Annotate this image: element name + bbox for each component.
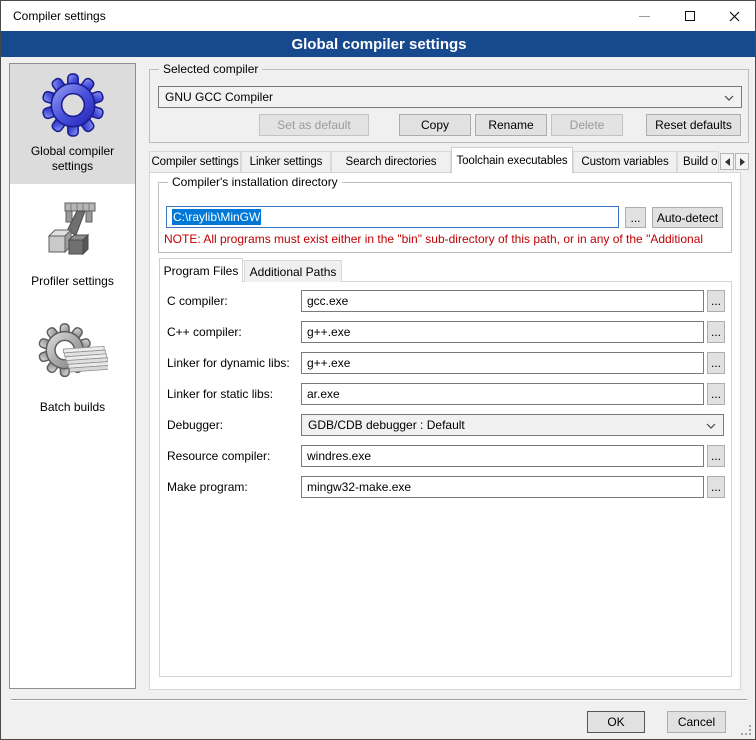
batch-builds-gear-icon bbox=[11, 320, 134, 389]
close-icon bbox=[729, 11, 740, 22]
delete-button: Delete bbox=[551, 114, 623, 136]
chevron-down-icon bbox=[724, 95, 734, 101]
tab-compiler-settings[interactable]: Compiler settings bbox=[149, 151, 241, 172]
selected-compiler-group-label: Selected compiler bbox=[159, 62, 262, 76]
installation-directory-value: C:\raylib\MinGW bbox=[172, 209, 261, 225]
footer-separator bbox=[11, 699, 747, 701]
tab-custom-variables[interactable]: Custom variables bbox=[573, 151, 677, 172]
right-arrow-icon bbox=[740, 158, 745, 166]
cpp-compiler-label: C++ compiler: bbox=[167, 325, 299, 339]
auto-detect-button[interactable]: Auto-detect bbox=[652, 207, 723, 228]
resource-compiler-label: Resource compiler: bbox=[167, 449, 299, 463]
chevron-down-icon bbox=[706, 423, 716, 429]
tab-build-options[interactable]: Build options bbox=[677, 151, 719, 172]
static-linker-browse-button[interactable]: ... bbox=[707, 383, 725, 405]
resource-compiler-input[interactable]: windres.exe bbox=[301, 445, 704, 467]
titlebar[interactable]: Compiler settings bbox=[1, 1, 756, 31]
cpp-compiler-input[interactable]: g++.exe bbox=[301, 321, 704, 343]
tab-search-directories[interactable]: Search directories bbox=[331, 151, 451, 172]
reset-defaults-button[interactable]: Reset defaults bbox=[646, 114, 741, 136]
ok-button[interactable]: OK bbox=[587, 711, 645, 733]
set-as-default-button: Set as default bbox=[259, 114, 369, 136]
sidebar-item-profiler-settings[interactable]: Profiler settings bbox=[11, 274, 134, 289]
dynamic-linker-label: Linker for dynamic libs: bbox=[167, 356, 299, 370]
dynamic-linker-input[interactable]: g++.exe bbox=[301, 352, 704, 374]
browse-directory-button[interactable]: ... bbox=[625, 207, 646, 228]
maximize-button[interactable] bbox=[667, 1, 712, 31]
resource-compiler-browse-button[interactable]: ... bbox=[707, 445, 725, 467]
banner-title: Global compiler settings bbox=[291, 36, 466, 53]
settings-category-list: Global compiler settings Profiler settin… bbox=[9, 63, 136, 689]
cancel-button[interactable]: Cancel bbox=[667, 711, 726, 733]
rename-button[interactable]: Rename bbox=[475, 114, 547, 136]
compiler-select-value: GNU GCC Compiler bbox=[165, 90, 273, 104]
installation-directory-group-label: Compiler's installation directory bbox=[168, 175, 342, 189]
c-compiler-label: C compiler: bbox=[167, 294, 299, 308]
static-linker-label: Linker for static libs: bbox=[167, 387, 299, 401]
c-compiler-browse-button[interactable]: ... bbox=[707, 290, 725, 312]
sidebar-label-global-compiler-settings[interactable]: Global compiler settings bbox=[11, 144, 134, 174]
tab-scroll-right-button[interactable] bbox=[735, 153, 749, 170]
debugger-select[interactable]: GDB/CDB debugger : Default bbox=[301, 414, 724, 436]
make-program-browse-button[interactable]: ... bbox=[707, 476, 725, 498]
compiler-select[interactable]: GNU GCC Compiler bbox=[158, 86, 742, 108]
cpp-compiler-browse-button[interactable]: ... bbox=[707, 321, 725, 343]
make-program-input[interactable]: mingw32-make.exe bbox=[301, 476, 704, 498]
tab-linker-settings[interactable]: Linker settings bbox=[241, 151, 331, 172]
close-button[interactable] bbox=[712, 1, 756, 31]
debugger-select-value: GDB/CDB debugger : Default bbox=[308, 418, 465, 432]
minimize-button[interactable] bbox=[622, 1, 667, 31]
profiler-caliper-icon bbox=[11, 198, 134, 265]
static-linker-input[interactable]: ar.exe bbox=[301, 383, 704, 405]
maximize-icon bbox=[685, 11, 695, 21]
dialog-banner: Global compiler settings bbox=[1, 31, 756, 57]
resize-grip[interactable] bbox=[740, 724, 752, 736]
tab-scroll-left-button[interactable] bbox=[720, 153, 734, 170]
window-title: Compiler settings bbox=[13, 9, 106, 23]
dynamic-linker-browse-button[interactable]: ... bbox=[707, 352, 725, 374]
minimize-icon bbox=[639, 16, 650, 17]
installation-directory-input[interactable]: C:\raylib\MinGW bbox=[166, 206, 619, 228]
debugger-label: Debugger: bbox=[167, 418, 299, 432]
make-program-label: Make program: bbox=[167, 480, 299, 494]
bin-subdirectory-note: NOTE: All programs must exist either in … bbox=[164, 232, 730, 246]
compiler-settings-dialog: Compiler settings Global compiler settin… bbox=[0, 0, 756, 740]
copy-button[interactable]: Copy bbox=[399, 114, 471, 136]
tab-toolchain-executables[interactable]: Toolchain executables bbox=[451, 147, 573, 173]
blue-gear-icon bbox=[11, 72, 134, 141]
subtab-additional-paths[interactable]: Additional Paths bbox=[244, 260, 342, 282]
c-compiler-input[interactable]: gcc.exe bbox=[301, 290, 704, 312]
sidebar-item-batch-builds[interactable]: Batch builds bbox=[11, 400, 134, 415]
subtab-program-files[interactable]: Program Files bbox=[159, 258, 243, 282]
left-arrow-icon bbox=[725, 158, 730, 166]
